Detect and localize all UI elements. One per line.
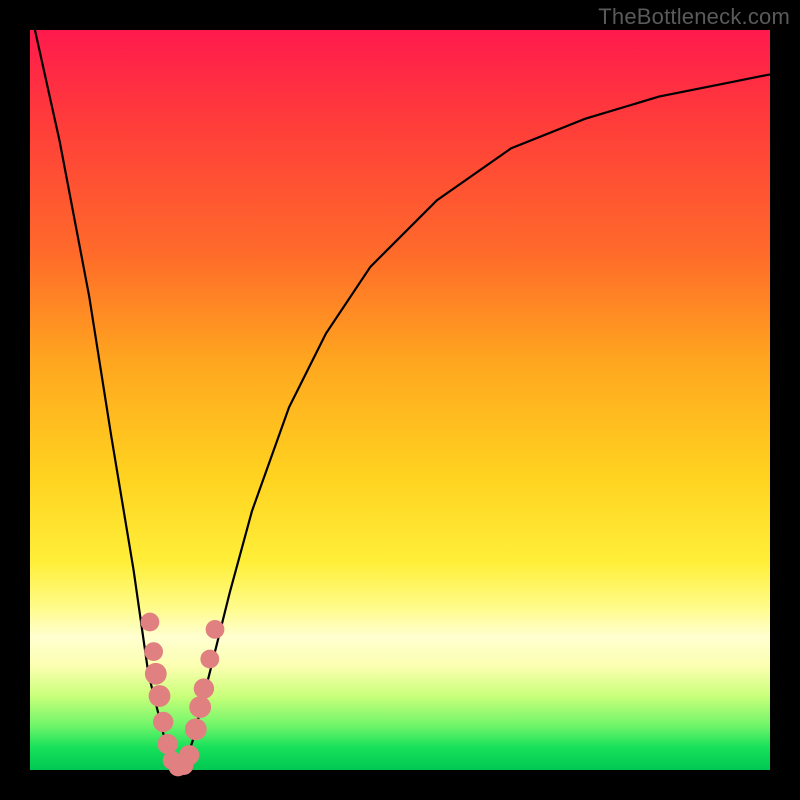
highlight-dot — [149, 685, 171, 707]
chart-frame: TheBottleneck.com — [0, 0, 800, 800]
highlight-dot — [206, 620, 225, 639]
highlight-dot — [179, 745, 199, 765]
highlight-dot — [157, 734, 177, 754]
highlight-dot — [153, 712, 173, 732]
highlight-dot — [185, 718, 207, 740]
highlight-dot — [144, 642, 163, 661]
highlight-dots — [141, 613, 225, 777]
watermark-text: TheBottleneck.com — [598, 4, 790, 30]
bottleneck-curve — [30, 8, 770, 770]
highlight-dot — [145, 663, 167, 685]
highlight-dot — [200, 650, 219, 669]
plot-area — [30, 30, 770, 770]
curve-layer — [30, 30, 770, 770]
highlight-dot — [189, 696, 211, 718]
highlight-dot — [194, 678, 214, 698]
highlight-dot — [141, 613, 160, 632]
